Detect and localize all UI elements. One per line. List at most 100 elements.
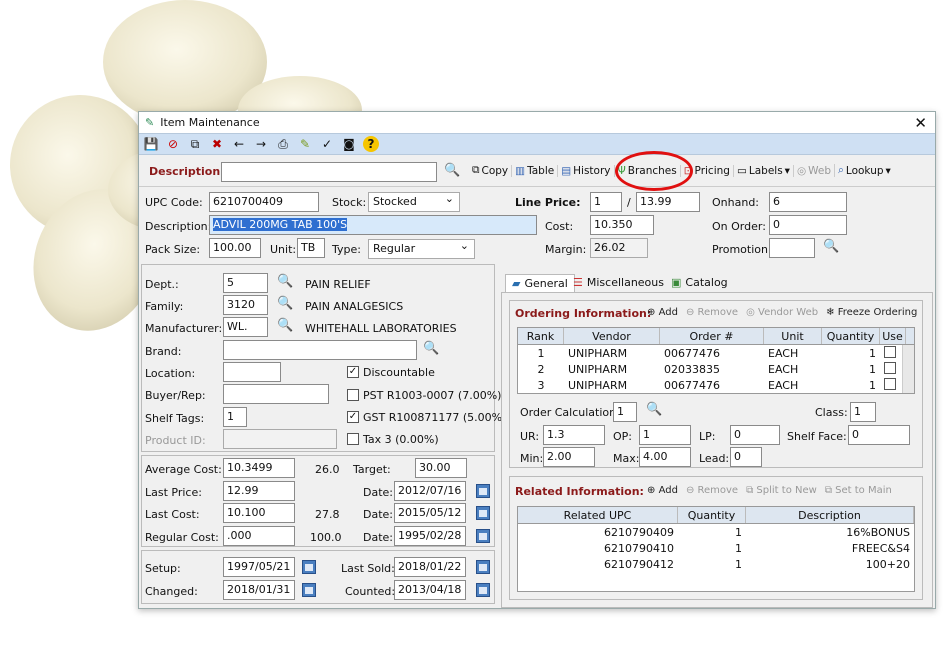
pin-icon[interactable]: ✓ bbox=[319, 136, 335, 152]
delete-item-icon[interactable]: ✖ bbox=[209, 136, 225, 152]
calendar-icon[interactable] bbox=[476, 560, 490, 574]
tax3-checkbox[interactable] bbox=[347, 433, 359, 445]
lead-input[interactable]: 0 bbox=[730, 447, 762, 467]
remove-related-button[interactable]: ⊖ Remove bbox=[686, 485, 738, 496]
family-search-icon[interactable]: 🔍 bbox=[277, 296, 293, 311]
dept-input[interactable]: 5 bbox=[223, 273, 268, 293]
table-row[interactable]: 6210790412 1 100+20 bbox=[518, 556, 914, 572]
copy-button[interactable]: ⧉ Copy bbox=[469, 164, 511, 177]
pack-size-input[interactable]: 100.00 bbox=[209, 238, 261, 258]
table-row[interactable]: 6210790409 1 16%BONUS bbox=[518, 524, 914, 540]
shelf-tags-input[interactable]: 1 bbox=[223, 407, 247, 427]
table-row[interactable]: 1 UNIPHARM 00677476 EACH 1 bbox=[518, 345, 914, 361]
brand-input[interactable] bbox=[223, 340, 417, 360]
set-to-main-button[interactable]: ⧉ Set to Main bbox=[825, 485, 892, 496]
discountable-checkbox[interactable]: ✓ bbox=[347, 366, 359, 378]
add-related-button[interactable]: ⊕ Add bbox=[647, 485, 678, 496]
cancel-icon[interactable]: ⊘ bbox=[165, 136, 181, 152]
lp-input[interactable]: 0 bbox=[730, 425, 780, 445]
calendar-icon[interactable] bbox=[302, 583, 316, 597]
calendar-icon[interactable] bbox=[476, 506, 490, 520]
vendor-grid-scrollbar[interactable] bbox=[902, 345, 914, 393]
table-row[interactable]: 6210790410 1 FREEC&S4 bbox=[518, 540, 914, 556]
column-header[interactable]: Rank bbox=[518, 328, 564, 344]
order-calculation-input[interactable]: 1 bbox=[613, 402, 637, 422]
on-order-input[interactable]: 0 bbox=[769, 215, 847, 235]
calendar-icon[interactable] bbox=[476, 583, 490, 597]
web-button[interactable]: ◎ Web bbox=[792, 164, 834, 177]
buyer-rep-input[interactable] bbox=[223, 384, 329, 404]
camera-icon[interactable]: ◙ bbox=[341, 136, 357, 152]
average-cost-input[interactable]: 10.3499 bbox=[223, 458, 295, 478]
gst-checkbox[interactable]: ✓ bbox=[347, 411, 359, 423]
freeze-ordering-button[interactable]: ❄ Freeze Ordering bbox=[826, 307, 917, 318]
brand-search-icon[interactable]: 🔍 bbox=[423, 341, 439, 356]
remove-vendor-button[interactable]: ⊖ Remove bbox=[686, 307, 738, 318]
search-input[interactable] bbox=[221, 162, 437, 182]
use-checkbox[interactable] bbox=[884, 361, 896, 374]
use-checkbox[interactable] bbox=[884, 377, 896, 390]
counted-input[interactable]: 2013/04/18 bbox=[394, 580, 466, 600]
next-icon[interactable]: → bbox=[253, 136, 269, 152]
close-button[interactable]: ✕ bbox=[914, 114, 927, 132]
date1-input[interactable]: 2012/07/16 bbox=[394, 481, 466, 501]
regular-cost-input[interactable]: .000 bbox=[223, 526, 295, 546]
promotion-input[interactable] bbox=[769, 238, 815, 258]
split-to-new-button[interactable]: ⧉ Split to New bbox=[746, 485, 817, 496]
op-input[interactable]: 1 bbox=[639, 425, 691, 445]
table-row[interactable]: 3 UNIPHARM 00677476 EACH 1 bbox=[518, 377, 914, 393]
column-header[interactable]: Description bbox=[746, 507, 914, 523]
column-header[interactable]: Use bbox=[880, 328, 906, 344]
history-button[interactable]: ▤ History bbox=[557, 164, 613, 177]
calendar-icon[interactable] bbox=[476, 529, 490, 543]
stock-select[interactable]: Stocked bbox=[368, 192, 460, 212]
last-price-input[interactable]: 12.99 bbox=[223, 481, 295, 501]
type-select[interactable]: Regular bbox=[368, 239, 475, 259]
search-icon[interactable]: 🔍 bbox=[444, 163, 460, 178]
labels-button[interactable]: ▭ Labels ▾ bbox=[732, 164, 793, 177]
calendar-icon[interactable] bbox=[302, 560, 316, 574]
attach-icon[interactable]: ✎ bbox=[297, 136, 313, 152]
dept-search-icon[interactable]: 🔍 bbox=[277, 274, 293, 289]
column-header[interactable]: Order # bbox=[660, 328, 764, 344]
location-input[interactable] bbox=[223, 362, 281, 382]
description-input[interactable]: ADVIL 200MG TAB 100'S bbox=[209, 215, 537, 235]
max-input[interactable]: 4.00 bbox=[639, 447, 691, 467]
order-calculation-search-icon[interactable]: 🔍 bbox=[646, 402, 662, 417]
manufacturer-search-icon[interactable]: 🔍 bbox=[277, 318, 293, 333]
tab-miscellaneous[interactable]: ☰ Miscellaneous bbox=[573, 276, 664, 289]
ur-input[interactable]: 1.3 bbox=[543, 425, 605, 445]
column-header[interactable]: Quantity bbox=[678, 507, 746, 523]
setup-input[interactable]: 1997/05/21 bbox=[223, 557, 295, 577]
cost-input[interactable]: 10.350 bbox=[590, 215, 654, 235]
lookup-button[interactable]: ⌕ Lookup ▾ bbox=[834, 164, 894, 177]
date2-input[interactable]: 2015/05/12 bbox=[394, 503, 466, 523]
vendor-web-button[interactable]: ◎ Vendor Web bbox=[746, 307, 818, 318]
onhand-input[interactable]: 6 bbox=[769, 192, 847, 212]
calendar-icon[interactable] bbox=[476, 484, 490, 498]
help-icon[interactable]: ? bbox=[363, 136, 379, 152]
add-vendor-button[interactable]: ⊕ Add bbox=[647, 307, 678, 318]
column-header[interactable]: Related UPC bbox=[518, 507, 678, 523]
column-header[interactable]: Unit bbox=[764, 328, 822, 344]
table-button[interactable]: ▥ Table bbox=[511, 164, 557, 177]
column-header[interactable]: Quantity bbox=[822, 328, 880, 344]
print-icon[interactable]: ⎙ bbox=[275, 136, 291, 152]
last-cost-input[interactable]: 10.100 bbox=[223, 503, 295, 523]
shelf-face-input[interactable]: 0 bbox=[848, 425, 910, 445]
class-input[interactable]: 1 bbox=[850, 402, 876, 422]
manufacturer-input[interactable]: WL. bbox=[223, 317, 268, 337]
table-row[interactable]: 2 UNIPHARM 02033835 EACH 1 bbox=[518, 361, 914, 377]
changed-input[interactable]: 2018/01/31 bbox=[223, 580, 295, 600]
save-icon[interactable]: 💾 bbox=[143, 136, 159, 152]
target-input[interactable]: 30.00 bbox=[415, 458, 467, 478]
tab-general[interactable]: ▰ General bbox=[505, 274, 575, 292]
use-checkbox[interactable] bbox=[884, 345, 896, 358]
line-price-input[interactable]: 13.99 bbox=[636, 192, 700, 212]
upc-input[interactable]: 6210700409 bbox=[209, 192, 319, 212]
last-sold-input[interactable]: 2018/01/22 bbox=[394, 557, 466, 577]
add-item-icon[interactable]: ⧉ bbox=[187, 136, 203, 152]
promotion-search-icon[interactable]: 🔍 bbox=[823, 239, 839, 254]
tab-catalog[interactable]: ▣ Catalog bbox=[671, 276, 728, 289]
date3-input[interactable]: 1995/02/28 bbox=[394, 526, 466, 546]
